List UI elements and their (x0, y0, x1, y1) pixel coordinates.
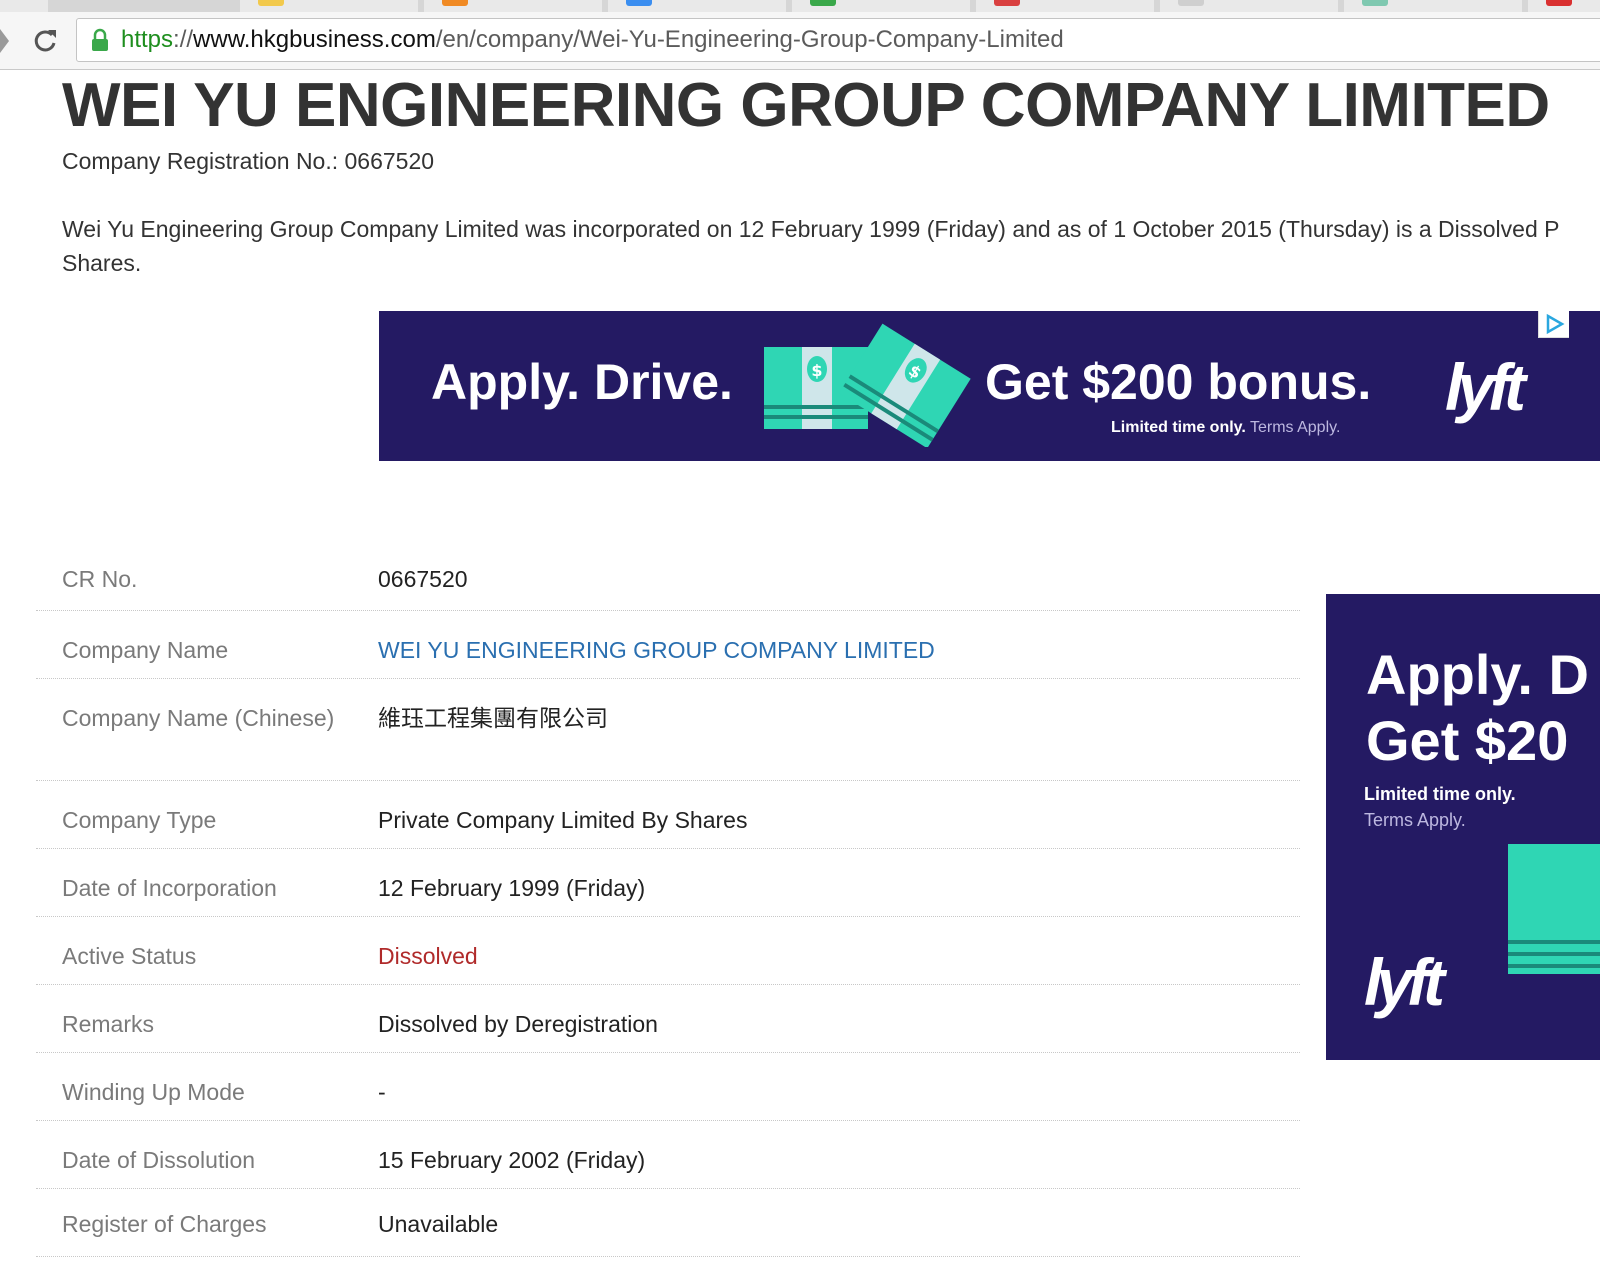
side-ad-fine-bold: Limited time only. (1364, 784, 1516, 804)
table-row: Active Status Dissolved (36, 917, 1300, 985)
browser-tab[interactable] (1528, 0, 1600, 12)
lyft-logo: lyft (1445, 350, 1526, 424)
browser-tab[interactable] (1344, 0, 1522, 12)
company-name-link[interactable]: WEI YU ENGINEERING GROUP COMPANY LIMITED (378, 633, 935, 667)
table-row: CR No. 0667520 (36, 540, 1300, 611)
lyft-banner-ad[interactable]: Apply. Drive. $ $ Get $200 bonus. Limite… (379, 311, 1600, 461)
back-arrow-icon[interactable] (0, 29, 9, 53)
row-label: Winding Up Mode (62, 1079, 245, 1105)
company-details-table: CR No. 0667520 Company Name WEI YU ENGIN… (36, 540, 1300, 1257)
lock-icon (92, 28, 108, 51)
status-value: Dissolved (378, 943, 478, 969)
ad-offer: Get $200 bonus. (985, 354, 1372, 410)
table-row: Company Type Private Company Limited By … (36, 781, 1300, 849)
side-ad-offer: Get $20 (1366, 709, 1569, 772)
row-value: 12 February 1999 (Friday) (378, 875, 646, 901)
page-content: WEI YU ENGINEERING GROUP COMPANY LIMITED… (0, 70, 1600, 1287)
ad-fine-bold: Limited time only. (1111, 419, 1246, 436)
browser-tab[interactable] (792, 0, 970, 12)
browser-tab[interactable] (0, 0, 48, 12)
browser-toolbar: https://www.hkgbusiness.com/en/company/W… (0, 12, 1600, 70)
ad-headline: Apply. Drive. (431, 354, 733, 410)
row-value: 0667520 (378, 566, 468, 592)
row-value: Private Company Limited By Shares (378, 807, 748, 833)
table-row: Register of Charges Unavailable (36, 1189, 1300, 1257)
lyft-side-ad[interactable]: Apply. D Get $20 Limited time only. Term… (1326, 594, 1600, 1060)
url-text[interactable]: https://www.hkgbusiness.com/en/company/W… (121, 26, 1064, 54)
browser-tab[interactable] (608, 0, 786, 12)
table-row: Date of Incorporation 12 February 1999 (… (36, 849, 1300, 917)
money-illustration-icon: $ $ (764, 323, 971, 447)
tab-strip (0, 0, 1600, 12)
browser-tab[interactable] (424, 0, 602, 12)
summary-line-1: Wei Yu Engineering Group Company Limited… (62, 216, 1560, 242)
url-host: www.hkgbusiness.com (193, 26, 436, 53)
row-label: Active Status (62, 943, 197, 969)
summary-line-2: Shares. (62, 250, 142, 276)
row-label: Company Type (62, 807, 217, 833)
url-path: /en/company/Wei-Yu-Engineering-Group-Com… (435, 26, 1064, 53)
ad-fine-print: Limited time only. Terms Apply. (1111, 419, 1340, 437)
table-row: Remarks Dissolved by Deregistration (36, 985, 1300, 1053)
svg-text:$: $ (811, 361, 822, 380)
money-illustration-icon (1508, 844, 1600, 974)
url-scheme: https (121, 26, 174, 53)
row-label: Company Name (Chinese) (62, 705, 335, 731)
row-label: Remarks (62, 1011, 155, 1037)
table-row: Company Name WEI YU ENGINEERING GROUP CO… (36, 611, 1300, 679)
table-row: Date of Dissolution 15 February 2002 (Fr… (36, 1121, 1300, 1189)
url-separator: :// (173, 26, 194, 53)
ad-terms: Terms Apply. (1249, 419, 1341, 436)
row-value: - (378, 1079, 386, 1105)
row-value: Unavailable (378, 1211, 499, 1237)
address-bar[interactable]: https://www.hkgbusiness.com/en/company/W… (76, 18, 1600, 62)
browser-tab[interactable] (240, 0, 418, 12)
company-summary: Wei Yu Engineering Group Company Limited… (62, 212, 1600, 280)
page-title: WEI YU ENGINEERING GROUP COMPANY LIMITED (62, 71, 1550, 140)
adchoices-icon[interactable] (1538, 311, 1569, 338)
side-ad-terms: Terms Apply. (1364, 810, 1466, 830)
lyft-logo: lyft (1364, 945, 1445, 1019)
row-label: CR No. (62, 566, 138, 592)
row-value: 維珏工程集團有限公司 (378, 705, 608, 731)
row-label: Date of Incorporation (62, 875, 277, 901)
browser-tab[interactable] (1160, 0, 1338, 12)
side-ad-headline: Apply. D (1366, 643, 1589, 706)
reload-icon[interactable] (30, 26, 60, 56)
row-label: Register of Charges (62, 1211, 267, 1237)
table-row: Winding Up Mode - (36, 1053, 1300, 1121)
row-label: Date of Dissolution (62, 1147, 256, 1173)
registration-number: Company Registration No.: 0667520 (62, 148, 435, 174)
row-value: Dissolved by Deregistration (378, 1011, 658, 1037)
table-row: Company Name (Chinese) 維珏工程集團有限公司 (36, 679, 1300, 781)
row-value: 15 February 2002 (Friday) (378, 1147, 646, 1173)
row-label: Company Name (62, 637, 229, 663)
browser-tab[interactable] (976, 0, 1154, 12)
